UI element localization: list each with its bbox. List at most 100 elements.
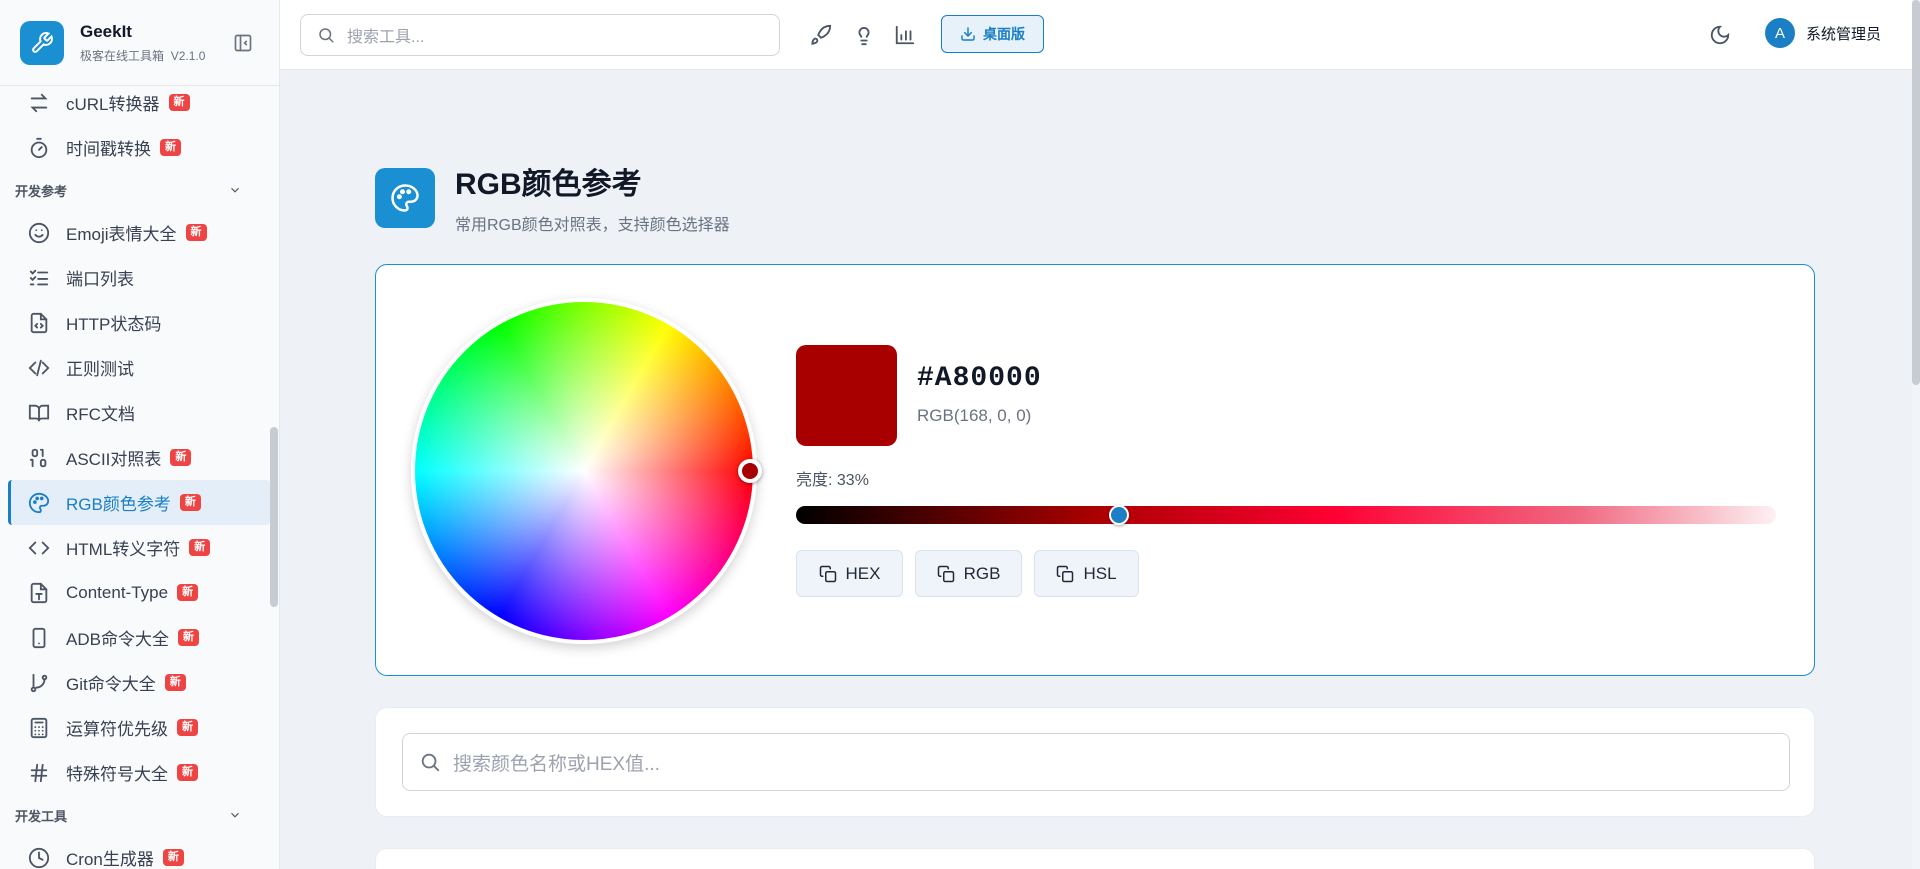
sidebar-item-rfc[interactable]: RFC文档 <box>0 390 270 435</box>
color-list-card <box>375 848 1815 869</box>
sidebar-item-label: RGB颜色参考 <box>66 495 171 514</box>
desktop-version-button[interactable]: 桌面版 <box>941 15 1044 53</box>
color-wheel[interactable] <box>411 298 757 644</box>
new-badge: 新 <box>160 139 181 156</box>
sidebar-item-label: Emoji表情大全 <box>66 225 177 244</box>
color-search-input[interactable]: 搜索颜色名称或HEX值... <box>402 733 1790 791</box>
swap-icon <box>28 92 50 114</box>
file-type-icon <box>28 582 50 604</box>
timer-icon <box>28 137 50 159</box>
rgb-value: RGB(168, 0, 0) <box>917 406 1032 425</box>
chart-bar-icon[interactable] <box>894 24 916 46</box>
hex-value: #A80000 <box>917 363 1042 394</box>
moon-icon[interactable] <box>1709 24 1731 46</box>
sidebar-item-label: 时间戳转换 <box>66 140 151 159</box>
sidebar-item-emoji[interactable]: Emoji表情大全 新 <box>0 210 270 255</box>
calculator-icon <box>28 717 50 739</box>
color-search-placeholder: 搜索颜色名称或HEX值... <box>453 753 660 775</box>
user-menu[interactable]: A 系统管理员 <box>1765 18 1881 48</box>
file-code-icon <box>28 312 50 334</box>
copy-rgb-button[interactable]: RGB <box>915 550 1022 597</box>
sidebar-item-label: Cron生成器 <box>66 850 154 869</box>
section-dev-reference[interactable]: 开发参考 <box>0 170 270 210</box>
sidebar-item-content-type[interactable]: Content-Type 新 <box>0 570 270 615</box>
new-badge: 新 <box>189 539 211 556</box>
copy-hsl-button[interactable]: HSL <box>1034 550 1139 597</box>
page-header: RGB颜色参考 常用RGB颜色对照表，支持颜色选择器 <box>375 168 730 235</box>
smile-icon <box>28 222 50 244</box>
git-branch-icon <box>28 672 50 694</box>
lightbulb-icon[interactable] <box>853 24 875 46</box>
brightness-slider[interactable] <box>796 505 1776 525</box>
app-name: GeekIt <box>80 21 132 41</box>
sidebar-item-adb[interactable]: ADB命令大全 新 <box>0 615 270 660</box>
new-badge: 新 <box>177 719 198 736</box>
section-label: 开发参考 <box>15 183 68 199</box>
section-label: 开发工具 <box>15 808 68 824</box>
sidebar-item-label: Content-Type <box>66 582 169 602</box>
sidebar-collapse-icon[interactable] <box>233 33 253 53</box>
sidebar-item-rgb[interactable]: RGB颜色参考 新 <box>8 480 270 525</box>
sidebar-item-ascii[interactable]: ASCII对照表 新 <box>0 435 270 480</box>
page-scrollbar[interactable] <box>1912 0 1920 869</box>
sidebar-item-cron[interactable]: Cron生成器 新 <box>0 835 270 869</box>
avatar: A <box>1765 18 1795 48</box>
sidebar-item-ports[interactable]: 端口列表 <box>0 255 270 300</box>
sidebar-item-timestamp[interactable]: 时间戳转换 新 <box>0 125 270 170</box>
brightness-slider-handle[interactable] <box>1109 505 1130 525</box>
search-placeholder: 搜索工具... <box>347 29 425 46</box>
sidebar-item-label: RFC文档 <box>66 405 135 424</box>
user-name: 系统管理员 <box>1806 25 1882 43</box>
copy-hex-label: HEX <box>845 563 881 583</box>
new-badge: 新 <box>162 849 184 866</box>
new-badge: 新 <box>170 449 192 466</box>
wrench-icon <box>20 20 64 65</box>
sidebar-item-html-escape[interactable]: HTML转义字符 新 <box>0 525 270 570</box>
sidebar: cURL转换器 新 时间戳转换 新 开发参考 Emoji表情大全 新 端口列表 … <box>0 0 280 869</box>
search-icon <box>319 28 334 43</box>
clock-icon <box>28 847 50 869</box>
copy-rgb-label: RGB <box>963 563 1001 583</box>
sidebar-item-regex[interactable]: 正则测试 <box>0 345 270 390</box>
phone-icon <box>28 627 50 649</box>
sidebar-item-label: HTML转义字符 <box>66 540 181 559</box>
book-icon <box>28 402 50 424</box>
palette-icon <box>28 492 50 514</box>
new-badge: 新 <box>164 674 186 691</box>
color-wheel-handle[interactable] <box>738 459 762 483</box>
section-dev-tools[interactable]: 开发工具 <box>0 795 270 835</box>
sidebar-item-http-status[interactable]: HTTP状态码 <box>0 300 270 345</box>
rocket-icon[interactable] <box>810 24 832 46</box>
app-subtitle: 极客在线工具箱 V2.1.0 <box>80 48 206 63</box>
hash-icon <box>28 762 50 784</box>
sidebar-item-label: 运算符优先级 <box>66 720 168 739</box>
sidebar-item-label: 正则测试 <box>66 360 134 379</box>
tool-search-input[interactable]: 搜索工具... <box>300 14 780 56</box>
chevron-down-icon <box>231 187 239 193</box>
brand: GeekIt 极客在线工具箱 V2.1.0 <box>0 0 279 86</box>
code-icon <box>28 357 50 379</box>
color-swatch <box>796 345 897 446</box>
sidebar-item-git[interactable]: Git命令大全 新 <box>0 660 270 705</box>
new-badge: 新 <box>177 764 198 781</box>
sidebar-item-operator[interactable]: 运算符优先级 新 <box>0 705 270 750</box>
palette-icon <box>375 168 435 228</box>
search-icon <box>421 753 440 772</box>
top-bar: 搜索工具... 桌面版 A 系统管理员 <box>280 0 1912 70</box>
sidebar-item-curl[interactable]: cURL转换器 新 <box>0 80 270 125</box>
sidebar-item-symbols[interactable]: 特殊符号大全 新 <box>0 750 270 795</box>
copy-hsl-label: HSL <box>1083 563 1117 583</box>
brackets-icon <box>28 537 50 559</box>
sidebar-item-label: Git命令大全 <box>66 675 156 694</box>
copy-hex-button[interactable]: HEX <box>796 550 903 597</box>
page-subtitle: 常用RGB颜色对照表，支持颜色选择器 <box>455 217 730 234</box>
page-title: RGB颜色参考 <box>455 168 642 201</box>
new-badge: 新 <box>168 94 190 111</box>
brightness-label: 亮度: 33% <box>796 472 869 489</box>
new-badge: 新 <box>185 224 207 241</box>
sidebar-scrollbar[interactable] <box>270 427 278 607</box>
binary-icon <box>28 447 50 469</box>
sidebar-item-label: cURL转换器 <box>66 95 160 114</box>
sidebar-nav: cURL转换器 新 时间戳转换 新 开发参考 Emoji表情大全 新 端口列表 … <box>0 80 270 869</box>
copy-icon <box>819 565 836 582</box>
